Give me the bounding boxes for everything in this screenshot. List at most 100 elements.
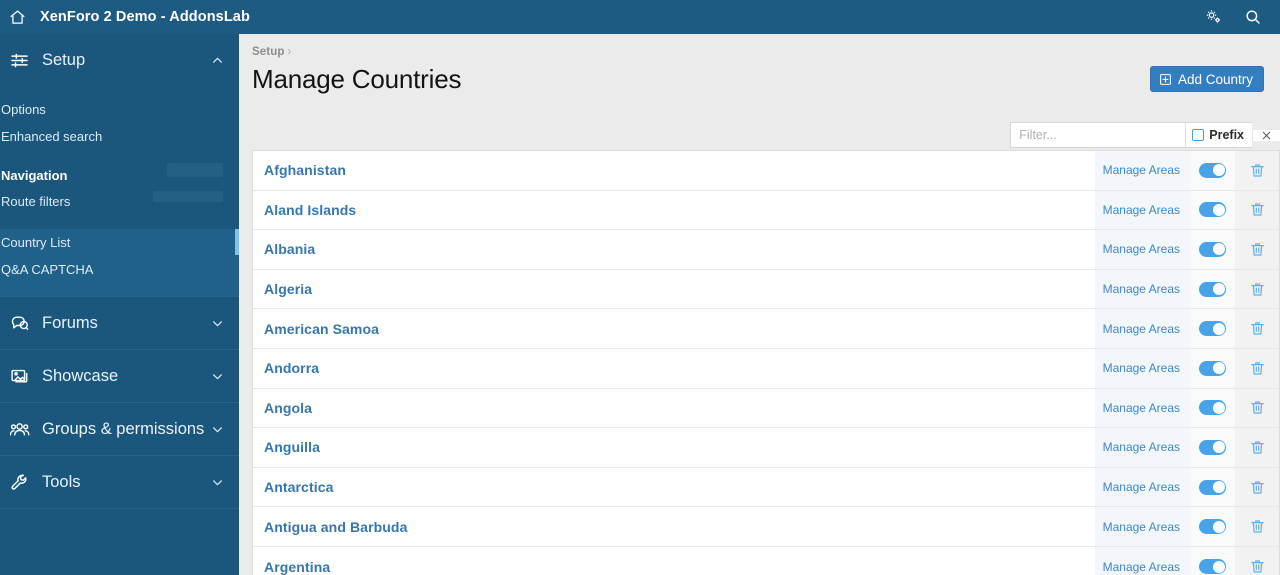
chevron-down-icon[interactable] — [209, 368, 225, 384]
sidebar-item-label: Q&A CAPTCHA — [1, 261, 94, 277]
country-name-cell: Angola — [253, 388, 1095, 428]
images-icon — [10, 366, 36, 386]
toggle-knob — [1212, 481, 1225, 494]
cogs-icon[interactable] — [1196, 0, 1230, 34]
trash-icon[interactable] — [1249, 320, 1266, 337]
enable-toggle[interactable] — [1199, 519, 1226, 535]
enable-toggle[interactable] — [1199, 400, 1226, 416]
toggle-cell — [1190, 230, 1235, 269]
manage-areas-link[interactable]: Manage Areas — [1103, 322, 1180, 336]
chevron-down-icon[interactable] — [209, 315, 225, 331]
sidebar-item-enhanced-search[interactable]: Enhanced search — [0, 123, 239, 149]
enable-toggle[interactable] — [1199, 559, 1226, 575]
manage-areas-link[interactable]: Manage Areas — [1103, 401, 1180, 415]
sidebar-item-label: Route filters — [1, 193, 71, 209]
enable-toggle[interactable] — [1199, 360, 1226, 376]
delete-cell — [1235, 507, 1279, 546]
trash-icon[interactable] — [1249, 360, 1266, 377]
prefix-checkbox[interactable] — [1192, 129, 1205, 141]
sidebar-item-options[interactable]: Options — [0, 96, 239, 122]
sidebar-item-route-filters[interactable]: Route filters — [0, 188, 239, 214]
country-link[interactable]: Argentina — [264, 559, 330, 575]
trash-icon[interactable] — [1249, 558, 1266, 575]
enable-toggle[interactable] — [1199, 439, 1226, 455]
country-link[interactable]: Afghanistan — [264, 162, 346, 178]
manage-areas-cell: Manage Areas — [1095, 269, 1190, 309]
sidebar-section-groups-permissions[interactable]: Groups & permissions — [0, 403, 239, 455]
chevron-down-icon[interactable] — [209, 474, 225, 490]
manage-areas-link[interactable]: Manage Areas — [1103, 203, 1180, 217]
trash-icon[interactable] — [1249, 479, 1266, 496]
enable-toggle[interactable] — [1199, 479, 1226, 495]
country-name-cell: Antigua and Barbuda — [253, 507, 1095, 546]
filter-input[interactable] — [1011, 123, 1186, 147]
trash-icon[interactable] — [1249, 281, 1266, 298]
sidebar-item-qa-captcha[interactable]: Q&A CAPTCHA — [0, 256, 239, 282]
ghost-block — [167, 163, 223, 177]
delete-cell — [1235, 151, 1279, 190]
sidebar-section-tools[interactable]: Tools — [0, 456, 239, 508]
toggle-cell — [1190, 388, 1235, 428]
toggle-cell — [1190, 507, 1235, 546]
manage-areas-link[interactable]: Manage Areas — [1103, 520, 1180, 534]
breadcrumb-item-setup[interactable]: Setup — [252, 46, 284, 58]
country-link[interactable]: Andorra — [264, 360, 319, 376]
sidebar-divider — [0, 508, 239, 509]
country-link[interactable]: American Samoa — [264, 321, 379, 337]
manage-areas-link[interactable]: Manage Areas — [1103, 163, 1180, 177]
toggle-knob — [1212, 203, 1225, 216]
toggle-knob — [1212, 243, 1225, 256]
add-country-button[interactable]: Add Country — [1149, 66, 1264, 92]
manage-areas-link[interactable]: Manage Areas — [1103, 282, 1180, 296]
trash-icon[interactable] — [1249, 241, 1266, 258]
country-link[interactable]: Antigua and Barbuda — [264, 519, 407, 535]
country-name-cell: Algeria — [253, 269, 1095, 309]
sliders-icon — [10, 51, 36, 70]
sidebar-section-showcase[interactable]: Showcase — [0, 350, 239, 402]
enable-toggle[interactable] — [1199, 241, 1226, 257]
add-country-label: Add Country — [1177, 71, 1253, 87]
sidebar-section-forums[interactable]: Forums — [0, 297, 239, 349]
app-title: XenForo 2 Demo - AddonsLab — [40, 9, 250, 25]
manage-areas-link[interactable]: Manage Areas — [1103, 560, 1180, 574]
sidebar-item-country-list[interactable]: Country List — [0, 229, 239, 255]
trash-icon[interactable] — [1249, 399, 1266, 416]
sidebar-item-navigation[interactable]: Navigation — [0, 162, 239, 188]
enable-toggle[interactable] — [1199, 202, 1226, 218]
trash-icon[interactable] — [1249, 439, 1266, 456]
country-name-cell: Andorra — [253, 348, 1095, 388]
country-link[interactable]: Antarctica — [264, 479, 333, 495]
delete-cell — [1235, 190, 1279, 230]
clear-filter-button[interactable] — [1252, 129, 1280, 141]
manage-areas-link[interactable]: Manage Areas — [1103, 440, 1180, 454]
prefix-label: Prefix — [1209, 128, 1244, 142]
toggle-cell — [1190, 546, 1235, 575]
enable-toggle[interactable] — [1199, 281, 1226, 297]
manage-areas-cell: Manage Areas — [1095, 467, 1190, 507]
manage-areas-cell: Manage Areas — [1095, 190, 1190, 230]
chevron-up-icon[interactable] — [209, 52, 225, 68]
sidebar-section-setup[interactable]: Setup — [0, 34, 239, 86]
table-row: Antigua and Barbuda Manage Areas — [253, 507, 1279, 547]
prefix-checkbox-group[interactable]: Prefix — [1185, 123, 1252, 147]
manage-areas-link[interactable]: Manage Areas — [1103, 361, 1180, 375]
country-link[interactable]: Algeria — [264, 281, 312, 297]
country-link[interactable]: Albania — [264, 241, 315, 257]
search-icon[interactable] — [1236, 0, 1270, 34]
trash-icon[interactable] — [1249, 201, 1266, 218]
country-link[interactable]: Angola — [264, 400, 312, 416]
trash-icon[interactable] — [1249, 518, 1266, 535]
chevron-down-icon[interactable] — [209, 421, 225, 437]
trash-icon[interactable] — [1249, 162, 1266, 179]
enable-toggle[interactable] — [1199, 321, 1226, 337]
wrench-icon — [10, 473, 36, 492]
enable-toggle[interactable] — [1199, 162, 1226, 178]
manage-areas-link[interactable]: Manage Areas — [1103, 480, 1180, 494]
toggle-knob — [1212, 441, 1225, 454]
country-link[interactable]: Anguilla — [264, 439, 320, 455]
manage-areas-link[interactable]: Manage Areas — [1103, 242, 1180, 256]
plus-square-icon — [1159, 73, 1172, 86]
home-icon[interactable] — [0, 0, 34, 34]
page-header: Manage Countries Add Country — [239, 58, 1280, 120]
country-link[interactable]: Aland Islands — [264, 202, 356, 218]
